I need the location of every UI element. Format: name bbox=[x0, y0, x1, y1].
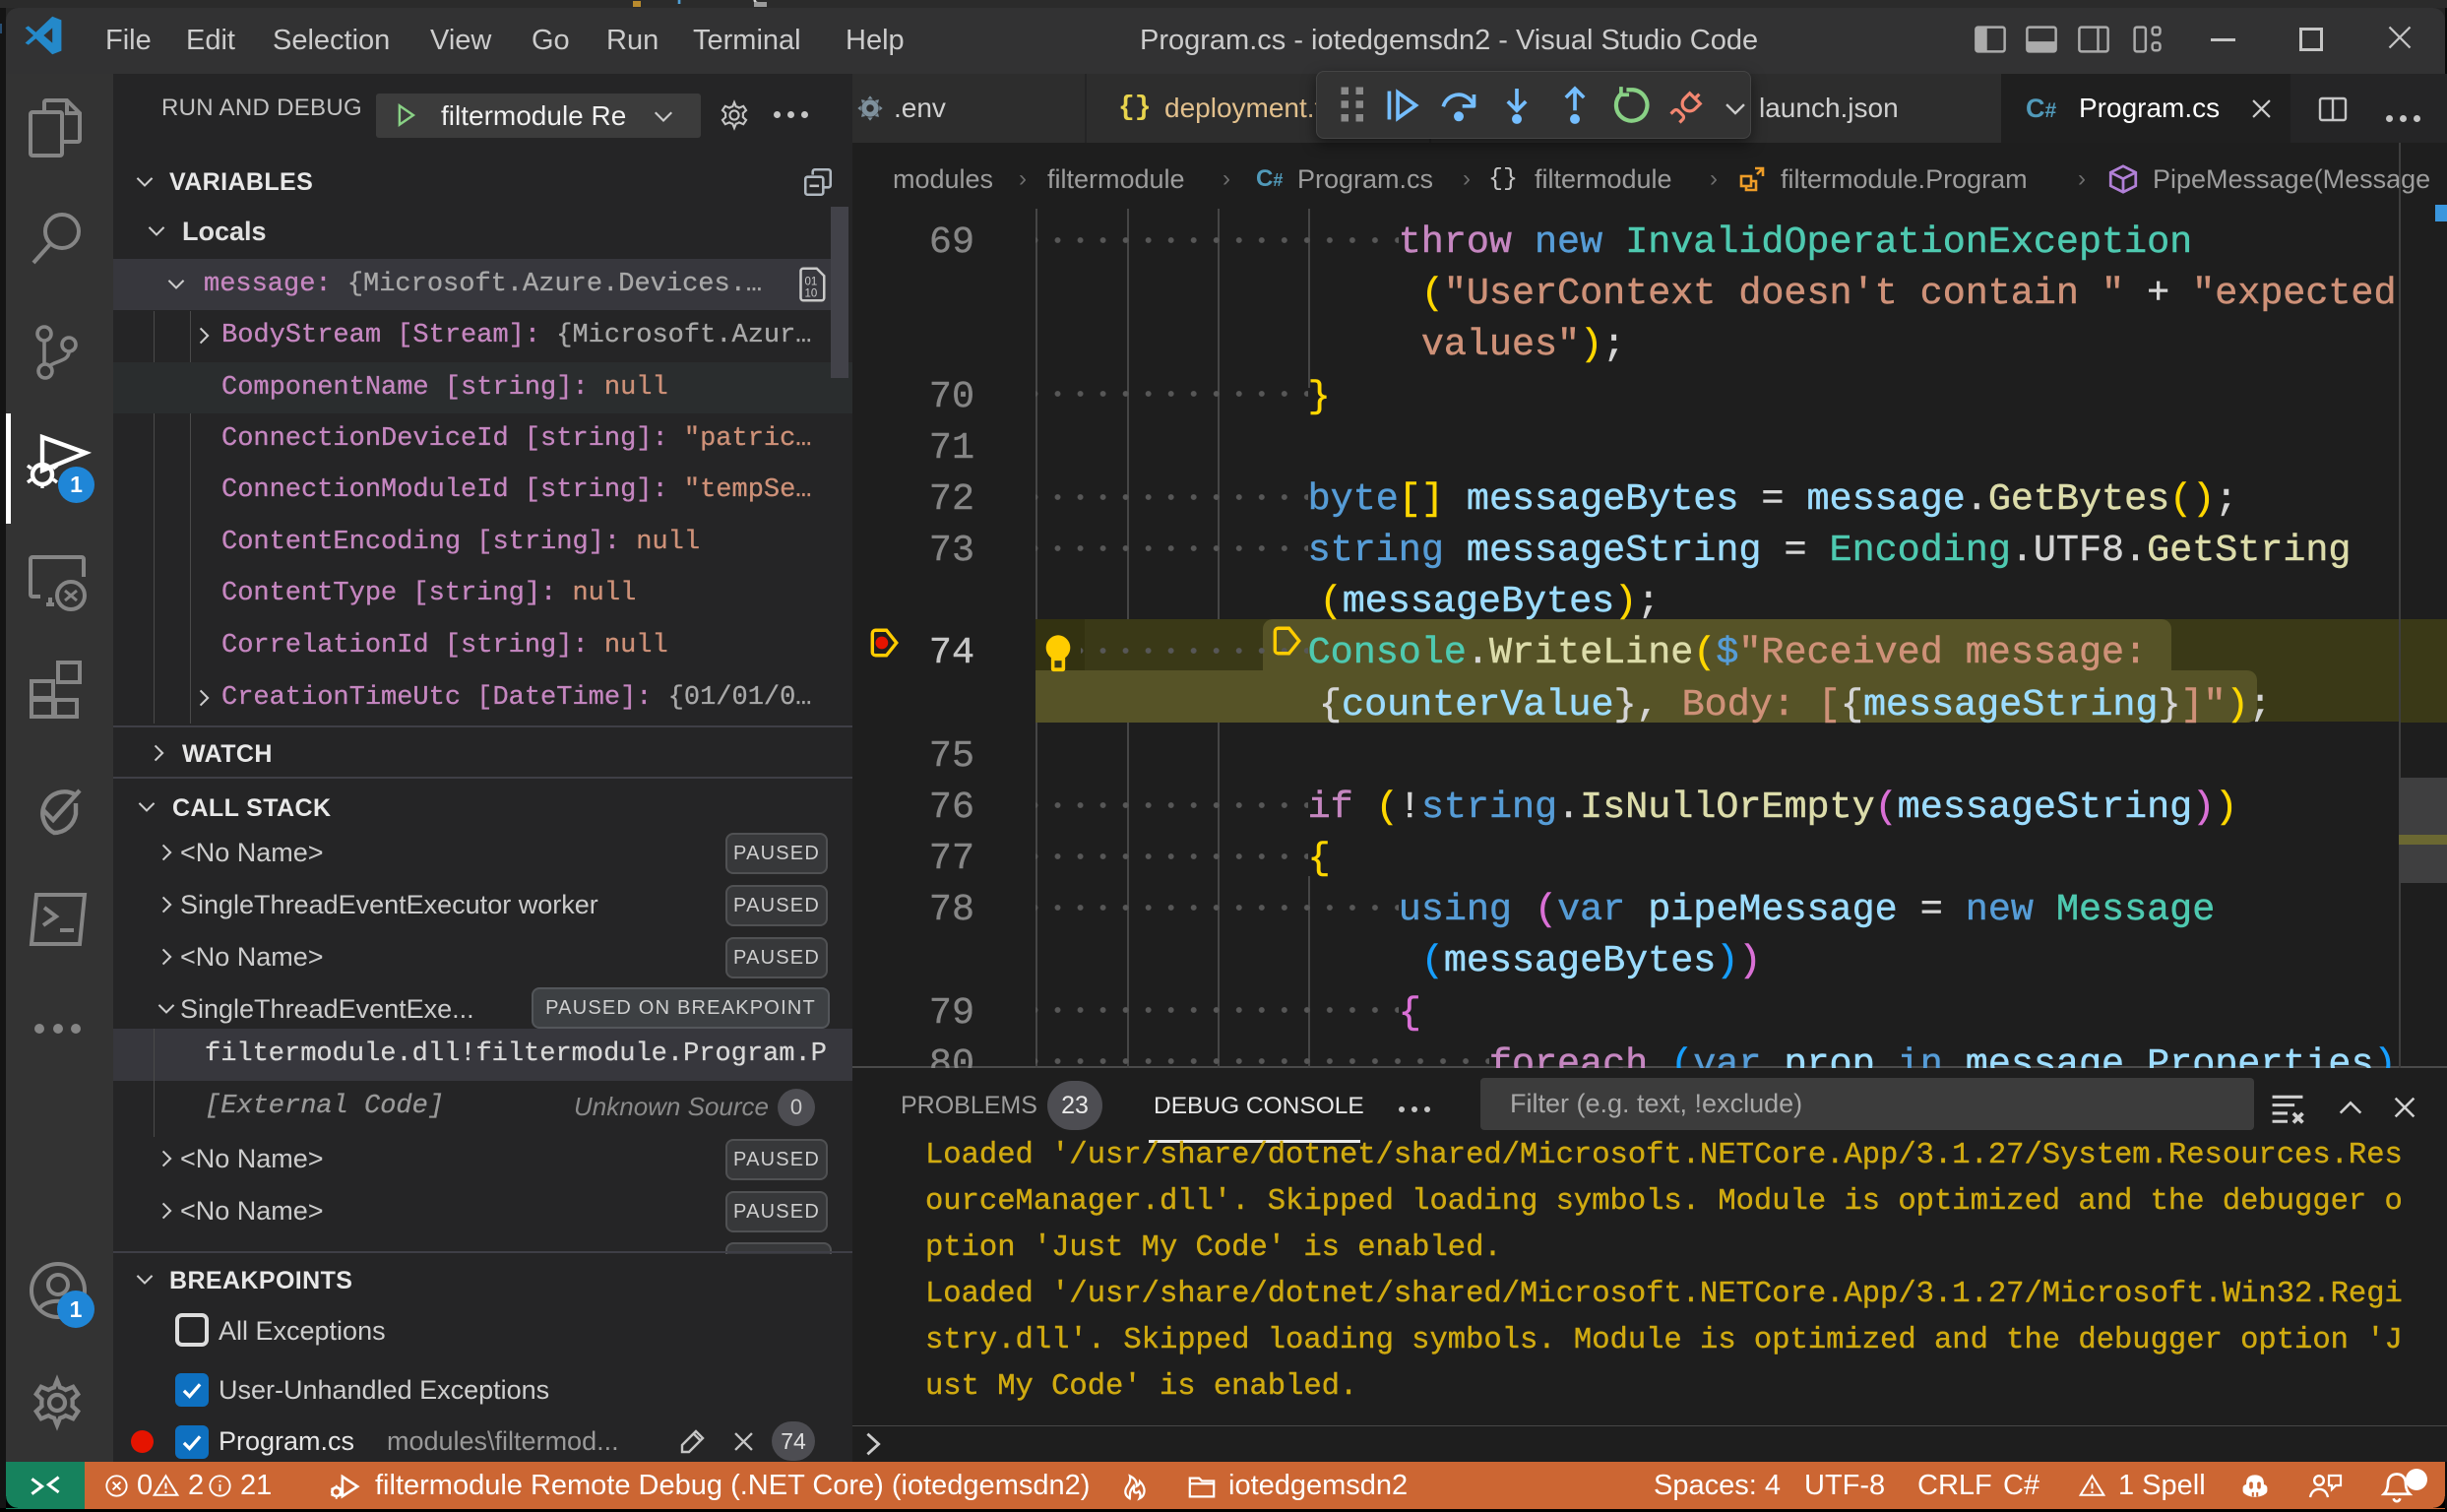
svg-text:01: 01 bbox=[805, 277, 818, 288]
svg-text:10: 10 bbox=[805, 288, 818, 300]
